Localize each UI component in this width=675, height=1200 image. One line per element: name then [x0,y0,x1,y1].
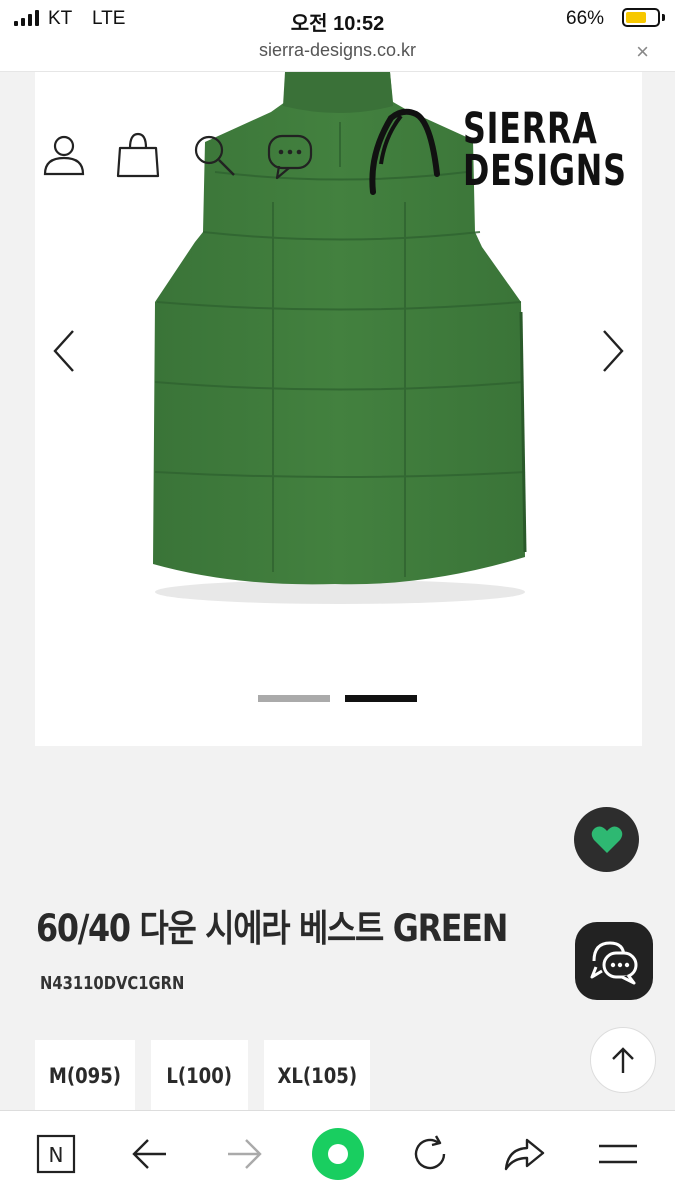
size-label: M(095) [48,1064,122,1088]
product-title: 60/40 다운 시에라 베스트 GREEN [36,907,508,950]
brand-logo-mark [369,108,440,195]
battery-icon [622,8,660,27]
menu-button[interactable] [591,1127,645,1181]
battery-fill [626,12,646,23]
size-label: L(100) [166,1064,233,1088]
chevron-left-icon[interactable] [45,327,85,375]
brand-logo-line1: SIERRA [463,104,598,154]
close-icon[interactable]: × [636,39,649,65]
chat-icon[interactable] [265,130,315,180]
chat-bubbles-icon [590,941,638,985]
product-code: N43110DVC1GRN [40,973,185,994]
naver-home-label: N [49,1143,64,1167]
scroll-to-top-button[interactable] [590,1027,656,1093]
browser-toolbar: N [0,1110,675,1200]
size-option-l[interactable]: L(100) [151,1040,248,1112]
naver-home-icon: N [36,1134,76,1174]
chevron-right-icon[interactable] [592,327,632,375]
brand-logo[interactable]: SIERRA DESIGNS [463,104,627,196]
battery-percent: 66% [566,8,605,29]
battery-tip [662,14,665,21]
product-image-gallery[interactable]: SIERRA DESIGNS [35,72,642,746]
bag-icon[interactable] [113,130,163,180]
forward-button[interactable] [217,1127,271,1181]
share-icon [504,1138,545,1171]
heart-icon [591,826,622,853]
naver-home-button[interactable]: N [29,1127,83,1181]
url-bar[interactable]: sierra-designs.co.kr × [0,36,675,72]
size-options: M(095) L(100) XL(105) [35,1040,370,1112]
forward-arrow-icon [228,1139,262,1169]
user-icon[interactable] [39,130,89,180]
reload-button[interactable] [403,1127,457,1181]
size-option-m[interactable]: M(095) [35,1040,135,1112]
menu-icon [599,1144,637,1164]
arrow-up-icon [612,1047,634,1073]
back-arrow-icon [132,1139,166,1169]
green-dot-button[interactable] [311,1127,365,1181]
chat-button[interactable] [575,922,653,1000]
status-bar: KT LTE 오전 10:52 66% [0,0,675,36]
slide-indicator-2-active[interactable] [345,695,417,702]
reload-icon [414,1135,446,1170]
slide-indicator-1[interactable] [258,695,330,702]
brand-logo-line2: DESIGNS [463,146,627,196]
search-icon[interactable] [189,130,239,180]
size-label: XL(105) [277,1064,357,1088]
size-option-xl[interactable]: XL(105) [264,1040,370,1112]
share-button[interactable] [497,1127,551,1181]
url-text[interactable]: sierra-designs.co.kr [0,40,675,61]
green-dot-icon [312,1128,364,1180]
wishlist-button[interactable] [574,807,639,872]
back-button[interactable] [123,1127,177,1181]
